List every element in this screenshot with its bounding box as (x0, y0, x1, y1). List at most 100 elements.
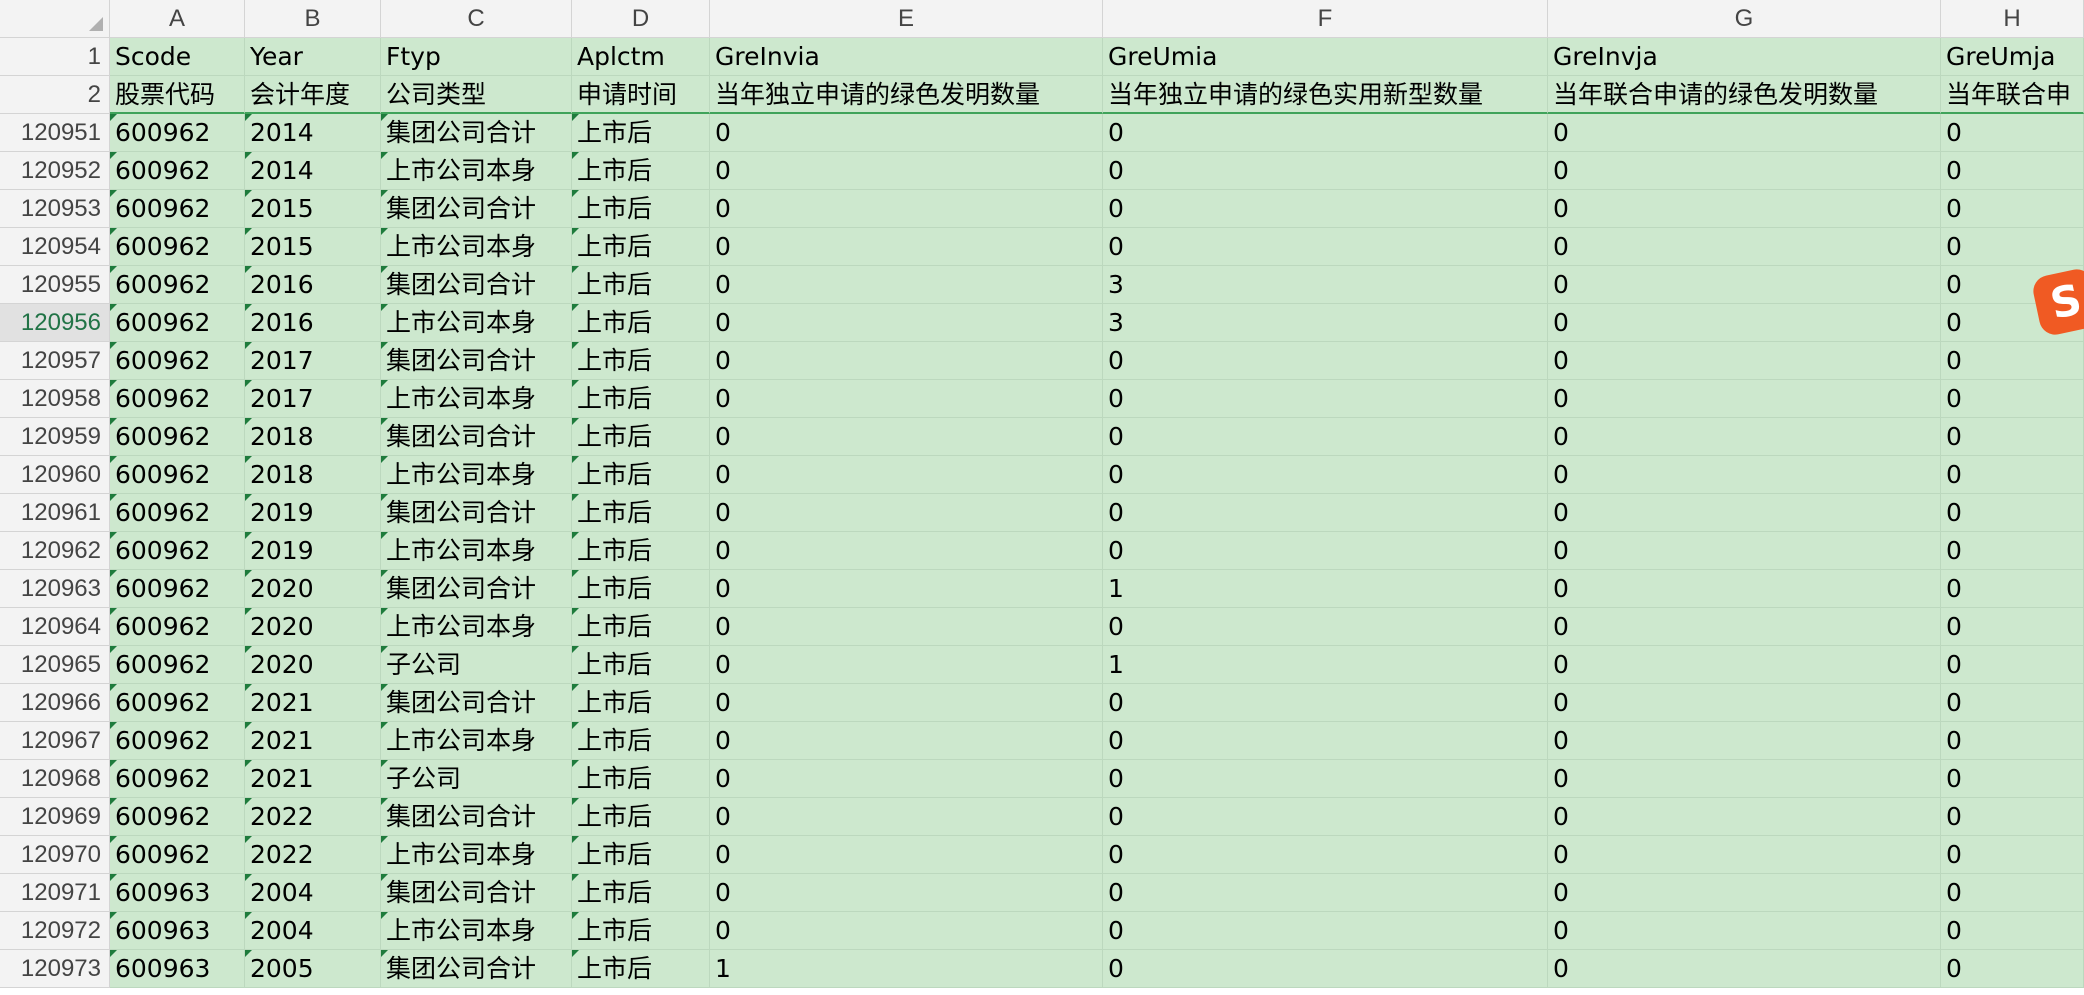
cell-a[interactable]: 600962 (110, 418, 245, 456)
column-header-h[interactable]: H (1941, 0, 2084, 38)
cell-e[interactable]: 0 (710, 684, 1103, 722)
cell-f[interactable]: 0 (1103, 760, 1548, 798)
cell-e[interactable]: 0 (710, 798, 1103, 836)
cell-f[interactable]: 1 (1103, 646, 1548, 684)
cell-d[interactable]: 上市后 (572, 228, 710, 266)
row-number[interactable]: 120963 (0, 570, 110, 608)
cell-b[interactable]: 2020 (245, 570, 381, 608)
cell-d[interactable]: 上市后 (572, 722, 710, 760)
row-number[interactable]: 120959 (0, 418, 110, 456)
cell-a[interactable]: 600962 (110, 646, 245, 684)
cell-f[interactable]: 0 (1103, 380, 1548, 418)
cell-g[interactable]: 0 (1548, 608, 1941, 646)
row-number[interactable]: 120973 (0, 950, 110, 988)
cell-b[interactable]: 2014 (245, 152, 381, 190)
row-number[interactable]: 120966 (0, 684, 110, 722)
cell-d[interactable]: 上市后 (572, 912, 710, 950)
header-cell-c[interactable]: 公司类型 (381, 76, 572, 114)
cell-f[interactable]: 0 (1103, 798, 1548, 836)
row-number[interactable]: 120971 (0, 874, 110, 912)
cell-h[interactable]: 0 (1941, 760, 2084, 798)
cell-h[interactable]: 0 (1941, 456, 2084, 494)
cell-c[interactable]: 集团公司合计 (381, 874, 572, 912)
row-number[interactable]: 120952 (0, 152, 110, 190)
cell-e[interactable]: 0 (710, 114, 1103, 152)
cell-h[interactable]: 0 (1941, 152, 2084, 190)
cell-e[interactable]: 0 (710, 418, 1103, 456)
cell-b[interactable]: 2017 (245, 342, 381, 380)
cell-a[interactable]: 600962 (110, 494, 245, 532)
cell-c[interactable]: 集团公司合计 (381, 342, 572, 380)
row-number[interactable]: 120958 (0, 380, 110, 418)
cell-d[interactable]: 上市后 (572, 646, 710, 684)
cell-b[interactable]: 2016 (245, 304, 381, 342)
row-number[interactable]: 2 (0, 76, 110, 114)
select-all-corner[interactable] (0, 0, 110, 38)
header-cell-g[interactable]: GreInvja (1548, 38, 1941, 76)
cell-h[interactable]: 0 (1941, 874, 2084, 912)
cell-e[interactable]: 0 (710, 380, 1103, 418)
cell-h[interactable]: 0 (1941, 646, 2084, 684)
cell-a[interactable]: 600962 (110, 190, 245, 228)
cell-a[interactable]: 600962 (110, 266, 245, 304)
cell-g[interactable]: 0 (1548, 570, 1941, 608)
cell-d[interactable]: 上市后 (572, 494, 710, 532)
cell-b[interactable]: 2015 (245, 190, 381, 228)
cell-b[interactable]: 2019 (245, 532, 381, 570)
cell-g[interactable]: 0 (1548, 342, 1941, 380)
cell-f[interactable]: 0 (1103, 418, 1548, 456)
cell-a[interactable]: 600962 (110, 722, 245, 760)
cell-g[interactable]: 0 (1548, 380, 1941, 418)
row-number[interactable]: 120972 (0, 912, 110, 950)
column-header-f[interactable]: F (1103, 0, 1548, 38)
cell-b[interactable]: 2021 (245, 684, 381, 722)
cell-d[interactable]: 上市后 (572, 874, 710, 912)
cell-b[interactable]: 2017 (245, 380, 381, 418)
row-number[interactable]: 120961 (0, 494, 110, 532)
row-number[interactable]: 120968 (0, 760, 110, 798)
cell-e[interactable]: 0 (710, 190, 1103, 228)
cell-d[interactable]: 上市后 (572, 950, 710, 988)
cell-e[interactable]: 0 (710, 722, 1103, 760)
cell-c[interactable]: 上市公司本身 (381, 152, 572, 190)
row-number[interactable]: 120953 (0, 190, 110, 228)
cell-f[interactable]: 0 (1103, 456, 1548, 494)
cell-h[interactable]: 0 (1941, 494, 2084, 532)
header-cell-a[interactable]: 股票代码 (110, 76, 245, 114)
cell-e[interactable]: 0 (710, 532, 1103, 570)
cell-g[interactable]: 0 (1548, 228, 1941, 266)
cell-g[interactable]: 0 (1548, 190, 1941, 228)
cell-g[interactable]: 0 (1548, 532, 1941, 570)
cell-e[interactable]: 0 (710, 836, 1103, 874)
cell-e[interactable]: 0 (710, 266, 1103, 304)
header-cell-b[interactable]: 会计年度 (245, 76, 381, 114)
cell-b[interactable]: 2022 (245, 798, 381, 836)
cell-h[interactable]: 0 (1941, 570, 2084, 608)
cell-d[interactable]: 上市后 (572, 684, 710, 722)
cell-h[interactable]: 0 (1941, 114, 2084, 152)
cell-a[interactable]: 600963 (110, 950, 245, 988)
cell-g[interactable]: 0 (1548, 912, 1941, 950)
cell-f[interactable]: 0 (1103, 874, 1548, 912)
cell-g[interactable]: 0 (1548, 684, 1941, 722)
cell-b[interactable]: 2020 (245, 646, 381, 684)
cell-g[interactable]: 0 (1548, 114, 1941, 152)
cell-e[interactable]: 0 (710, 304, 1103, 342)
cell-e[interactable]: 0 (710, 456, 1103, 494)
cell-a[interactable]: 600962 (110, 836, 245, 874)
cell-c[interactable]: 上市公司本身 (381, 608, 572, 646)
cell-f[interactable]: 0 (1103, 722, 1548, 760)
cell-h[interactable]: 0 (1941, 836, 2084, 874)
cell-a[interactable]: 600962 (110, 532, 245, 570)
cell-b[interactable]: 2021 (245, 722, 381, 760)
cell-d[interactable]: 上市后 (572, 114, 710, 152)
cell-c[interactable]: 集团公司合计 (381, 684, 572, 722)
cell-g[interactable]: 0 (1548, 760, 1941, 798)
row-number[interactable]: 120965 (0, 646, 110, 684)
cell-g[interactable]: 0 (1548, 494, 1941, 532)
column-header-d[interactable]: D (572, 0, 710, 38)
cell-g[interactable]: 0 (1548, 304, 1941, 342)
cell-a[interactable]: 600962 (110, 456, 245, 494)
cell-d[interactable]: 上市后 (572, 304, 710, 342)
cell-f[interactable]: 0 (1103, 684, 1548, 722)
